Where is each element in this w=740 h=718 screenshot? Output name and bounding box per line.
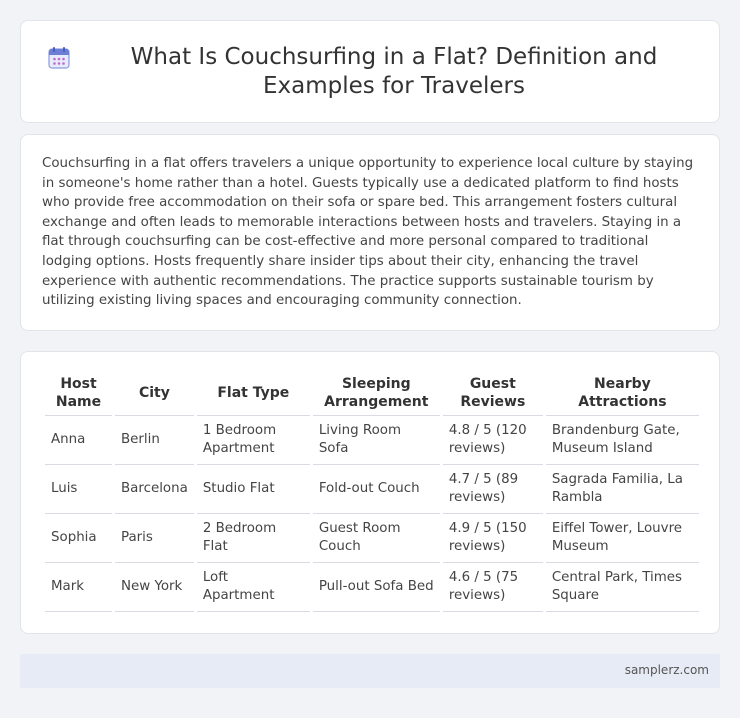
cell-nearby-attractions: Central Park, Times Square	[542, 562, 699, 612]
footer-bar: samplerz.com	[20, 654, 720, 688]
cell-nearby-attractions: Sagrada Familia, La Rambla	[542, 464, 699, 514]
cell-host-name: Luis	[42, 464, 114, 514]
cell-host-name: Mark	[42, 562, 114, 612]
cell-nearby-attractions: Eiffel Tower, Louvre Museum	[542, 513, 699, 563]
cell-city: Paris	[112, 513, 196, 563]
cell-flat-type: 2 Bedroom Flat	[193, 513, 312, 563]
cell-sleeping-arrangement: Pull-out Sofa Bed	[309, 562, 442, 612]
hosts-table: Host Name City Flat Type Sleeping Arrang…	[42, 372, 699, 612]
calendar-icon	[48, 47, 70, 69]
footer-brand: samplerz.com	[624, 663, 709, 677]
column-header-host-name: Host Name	[42, 372, 114, 416]
intro-card: Couchsurfing in a flat offers travelers …	[20, 134, 720, 331]
cell-flat-type: Loft Apartment	[193, 562, 312, 612]
cell-guest-reviews: 4.9 / 5 (150 reviews)	[439, 513, 545, 563]
cell-sleeping-arrangement: Fold-out Couch	[309, 464, 442, 514]
cell-city: Barcelona	[112, 464, 196, 514]
column-header-flat-type: Flat Type	[193, 372, 312, 416]
cell-host-name: Anna	[42, 415, 114, 465]
title-wrap: What Is Couchsurfing in a Flat? Definiti…	[41, 21, 699, 122]
page-title: What Is Couchsurfing in a Flat? Definiti…	[130, 43, 658, 99]
column-header-nearby-attractions: Nearby Attractions	[542, 372, 699, 416]
title-card: What Is Couchsurfing in a Flat? Definiti…	[20, 20, 720, 123]
cell-nearby-attractions: Brandenburg Gate, Museum Island	[542, 415, 699, 465]
cell-flat-type: 1 Bedroom Apartment	[193, 415, 312, 465]
table-row: Mark New York Loft Apartment Pull-out So…	[42, 562, 699, 612]
cell-city: New York	[112, 562, 196, 612]
table-row: Anna Berlin 1 Bedroom Apartment Living R…	[42, 415, 699, 465]
cell-host-name: Sophia	[42, 513, 114, 563]
cell-flat-type: Studio Flat	[193, 464, 312, 514]
cell-guest-reviews: 4.8 / 5 (120 reviews)	[439, 415, 545, 465]
column-header-guest-reviews: Guest Reviews	[439, 372, 545, 416]
cell-city: Berlin	[112, 415, 196, 465]
column-header-sleeping-arrangement: Sleeping Arrangement	[309, 372, 442, 416]
cell-sleeping-arrangement: Living Room Sofa	[309, 415, 442, 465]
table-card: Host Name City Flat Type Sleeping Arrang…	[20, 351, 720, 634]
table-header-row: Host Name City Flat Type Sleeping Arrang…	[42, 372, 699, 416]
intro-paragraph: Couchsurfing in a flat offers travelers …	[42, 156, 694, 309]
cell-guest-reviews: 4.6 / 5 (75 reviews)	[439, 562, 545, 612]
column-header-city: City	[112, 372, 196, 416]
cell-guest-reviews: 4.7 / 5 (89 reviews)	[439, 464, 545, 514]
table-row: Luis Barcelona Studio Flat Fold-out Couc…	[42, 464, 699, 514]
cell-sleeping-arrangement: Guest Room Couch	[309, 513, 442, 563]
table-row: Sophia Paris 2 Bedroom Flat Guest Room C…	[42, 513, 699, 563]
